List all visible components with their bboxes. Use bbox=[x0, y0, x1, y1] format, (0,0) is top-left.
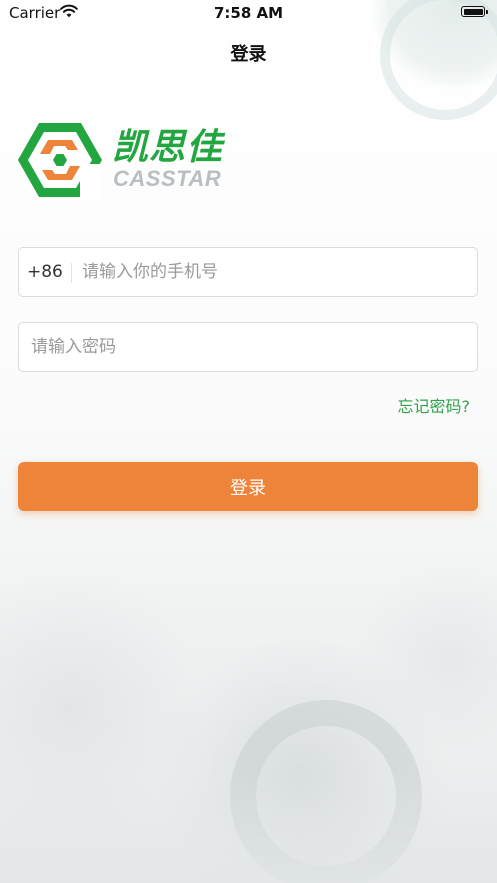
password-input[interactable] bbox=[31, 323, 461, 371]
logo-name-cn: 凯思佳 bbox=[112, 127, 224, 168]
logo-name-en: CASSTAR bbox=[113, 166, 222, 191]
country-code-prefix[interactable]: +86 bbox=[27, 262, 63, 282]
casstar-logo-icon bbox=[18, 123, 102, 200]
phone-input[interactable] bbox=[82, 248, 462, 296]
clock-time: 7:58 AM bbox=[213, 4, 284, 22]
login-button[interactable]: 登录 bbox=[18, 462, 478, 511]
battery-icon bbox=[461, 6, 488, 17]
forgot-password-link[interactable]: 忘记密码? bbox=[350, 393, 471, 417]
prefix-divider bbox=[71, 263, 72, 283]
page-title: 登录 bbox=[230, 44, 267, 65]
password-field[interactable] bbox=[18, 322, 478, 372]
status-bar: Carrier 7:58 AM bbox=[0, 0, 497, 26]
phone-field[interactable]: +86 bbox=[18, 247, 478, 297]
